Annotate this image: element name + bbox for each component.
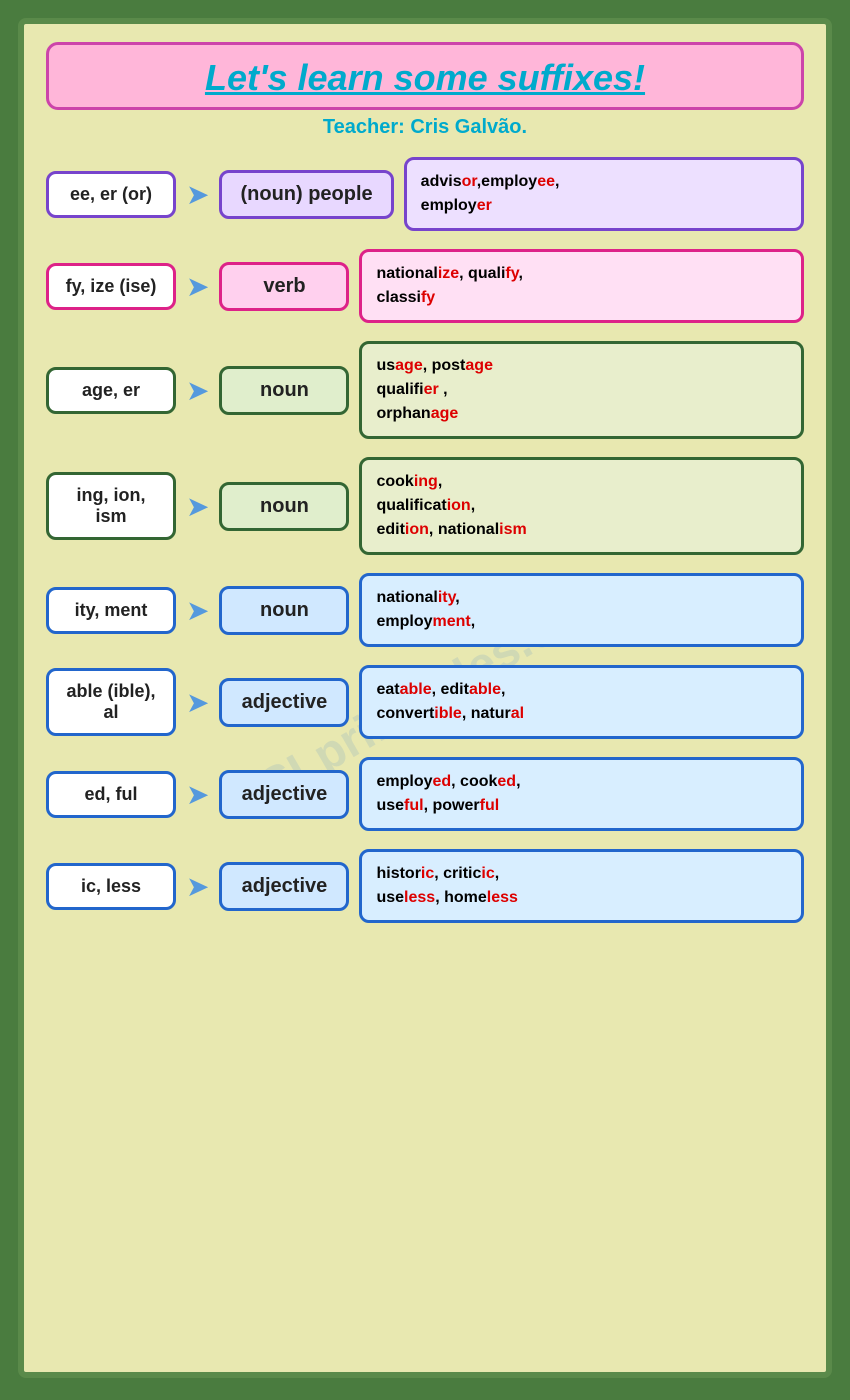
page-title: Let's learn some suffixes! xyxy=(69,57,781,99)
examples-7: employed, cooked,useful, powerful xyxy=(359,757,804,831)
word-type-7: adjective xyxy=(219,770,349,819)
examples-8: historic, criticic,useless, homeless xyxy=(359,849,804,923)
suffix-fy-ize: fy, ize (ise) xyxy=(46,263,176,310)
row-able-ible-al: able (ible),al ➤ adjective eatable, edit… xyxy=(46,665,804,739)
word-type-5: noun xyxy=(219,586,349,635)
arrow-2: ➤ xyxy=(186,270,209,303)
row-fy-ize: fy, ize (ise) ➤ verb nationalize, qualif… xyxy=(46,249,804,323)
word-type-8: adjective xyxy=(219,862,349,911)
word-type-3: noun xyxy=(219,366,349,415)
title-box: Let's learn some suffixes! xyxy=(46,42,804,110)
examples-5: nationality,employment, xyxy=(359,573,804,647)
arrow-3: ➤ xyxy=(186,374,209,407)
arrow-8: ➤ xyxy=(186,870,209,903)
suffix-able-ible-al: able (ible),al xyxy=(46,668,176,736)
row-ing-ion-ism: ing, ion,ism ➤ noun cooking,qualificatio… xyxy=(46,457,804,555)
suffix-ed-ful: ed, ful xyxy=(46,771,176,818)
suffix-ity-ment: ity, ment xyxy=(46,587,176,634)
examples-4: cooking,qualification,edition, nationali… xyxy=(359,457,804,555)
examples-2: nationalize, qualify,classify xyxy=(359,249,804,323)
subtitle: Teacher: Cris Galvão. xyxy=(46,116,804,139)
word-type-1: (noun) people xyxy=(219,170,393,219)
suffix-ic-less: ic, less xyxy=(46,863,176,910)
suffix-ee-er: ee, er (or) xyxy=(46,171,176,218)
examples-6: eatable, editable,convertible, natural xyxy=(359,665,804,739)
row-ic-less: ic, less ➤ adjective historic, criticic,… xyxy=(46,849,804,923)
word-type-4: noun xyxy=(219,482,349,531)
arrow-7: ➤ xyxy=(186,778,209,811)
examples-1: advisor,employee,employer xyxy=(404,157,804,231)
suffix-ing-ion-ism: ing, ion,ism xyxy=(46,472,176,540)
examples-3: usage, postagequalifier ,orphanage xyxy=(359,341,804,439)
row-ed-ful: ed, ful ➤ adjective employed, cooked,use… xyxy=(46,757,804,831)
arrow-1: ➤ xyxy=(186,178,209,211)
arrow-5: ➤ xyxy=(186,594,209,627)
row-ee-er: ee, er (or) ➤ (noun) people advisor,empl… xyxy=(46,157,804,231)
row-age-er: age, er ➤ noun usage, postagequalifier ,… xyxy=(46,341,804,439)
word-type-6: adjective xyxy=(219,678,349,727)
arrow-4: ➤ xyxy=(186,490,209,523)
suffix-age-er: age, er xyxy=(46,367,176,414)
row-ity-ment: ity, ment ➤ noun nationality,employment, xyxy=(46,573,804,647)
arrow-6: ➤ xyxy=(186,686,209,719)
word-type-2: verb xyxy=(219,262,349,311)
